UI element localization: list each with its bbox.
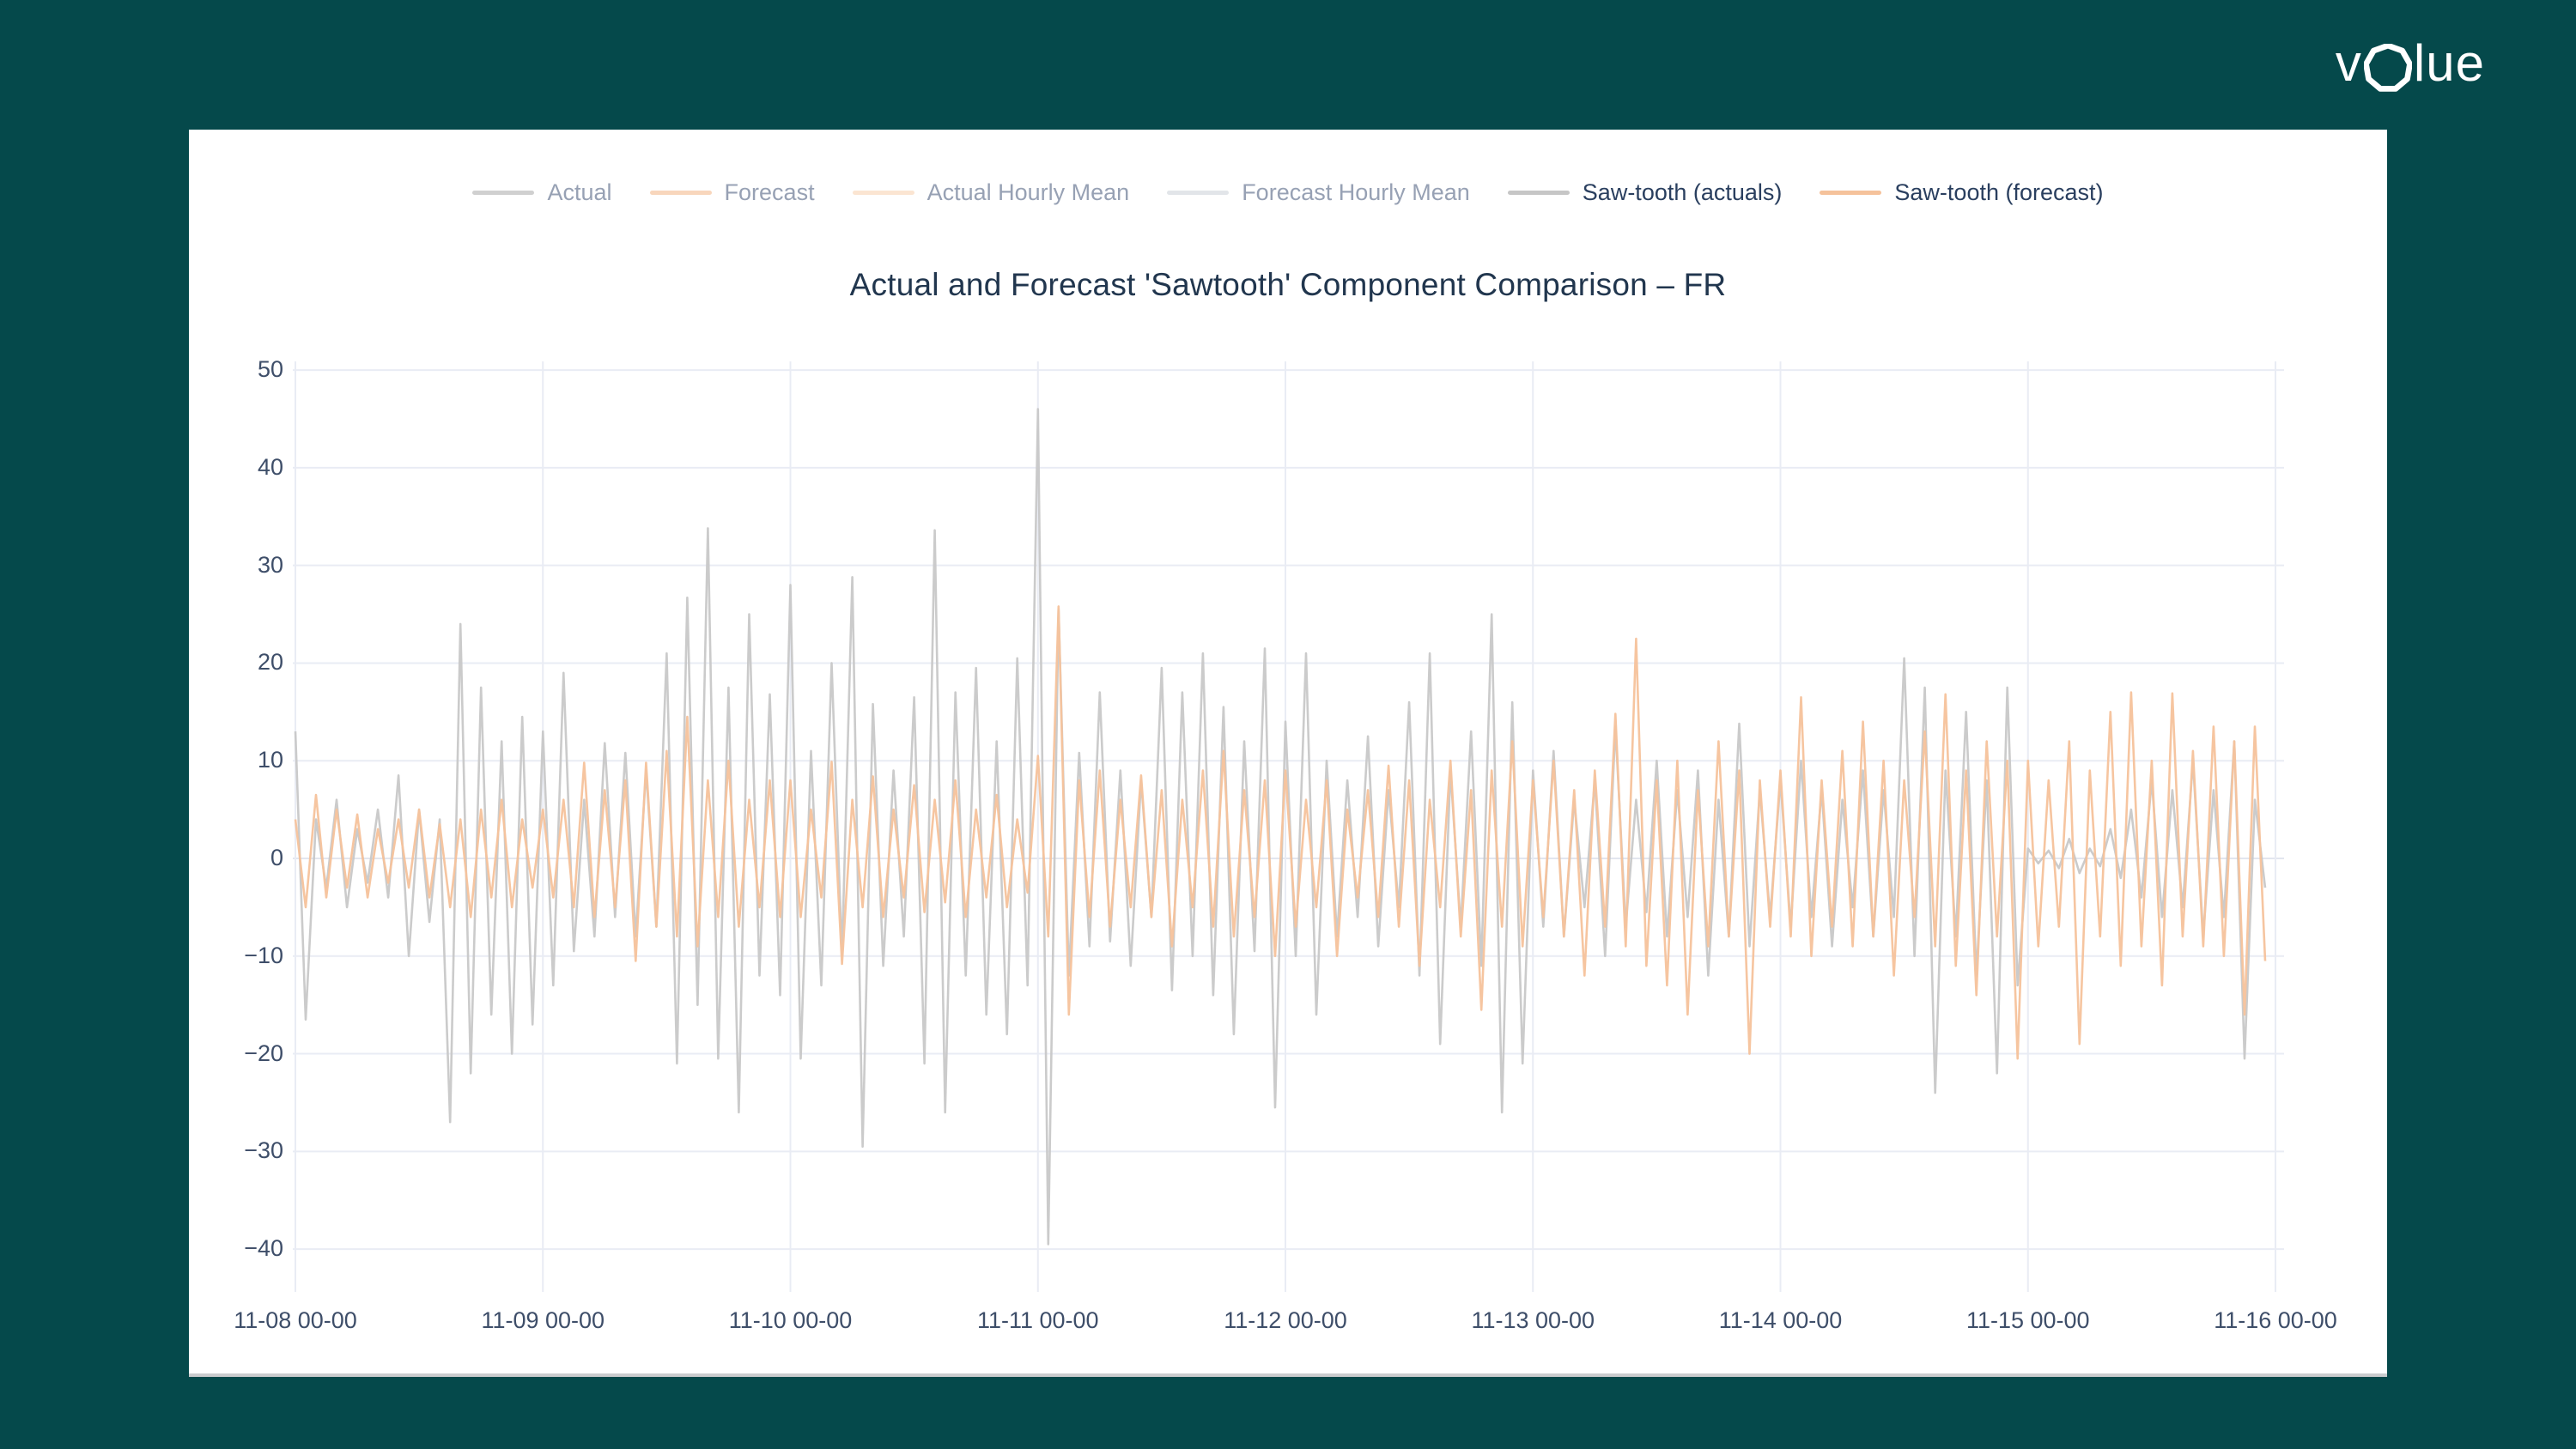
- volue-logo-o-icon: [2364, 44, 2412, 92]
- volue-logo-text-v: v: [2336, 38, 2362, 89]
- series-line-saw-tooth-forecast: [295, 606, 2265, 1058]
- y-axis-tick-label: 50: [189, 356, 283, 383]
- y-axis-tick-label: 0: [189, 845, 283, 871]
- y-axis-tick-label: 20: [189, 649, 283, 676]
- x-axis-tick-label: 11-15 00-00: [1934, 1307, 2123, 1334]
- chart-plot-area: [189, 130, 2387, 1373]
- x-axis-tick-label: 11-11 00-00: [944, 1307, 1133, 1334]
- y-axis-tick-label: 30: [189, 552, 283, 579]
- y-axis-tick-label: −20: [189, 1040, 283, 1067]
- x-axis-tick-label: 11-09 00-00: [448, 1307, 637, 1334]
- y-axis-tick-label: −40: [189, 1235, 283, 1262]
- chart-card: ActualForecastActual Hourly MeanForecast…: [189, 130, 2387, 1377]
- y-axis-tick-label: −10: [189, 943, 283, 969]
- x-axis-tick-label: 11-16 00-00: [2181, 1307, 2370, 1334]
- volue-logo-text-lue: lue: [2414, 38, 2485, 89]
- x-axis-tick-label: 11-14 00-00: [1686, 1307, 1875, 1334]
- y-axis-tick-label: 10: [189, 747, 283, 773]
- x-axis-tick-label: 11-12 00-00: [1191, 1307, 1380, 1334]
- x-axis-tick-label: 11-13 00-00: [1438, 1307, 1627, 1334]
- x-axis-tick-label: 11-10 00-00: [696, 1307, 885, 1334]
- y-axis-tick-label: 40: [189, 454, 283, 481]
- volue-logo: v lue: [2336, 39, 2485, 91]
- y-axis-tick-label: −30: [189, 1137, 283, 1164]
- x-axis-tick-label: 11-08 00-00: [201, 1307, 390, 1334]
